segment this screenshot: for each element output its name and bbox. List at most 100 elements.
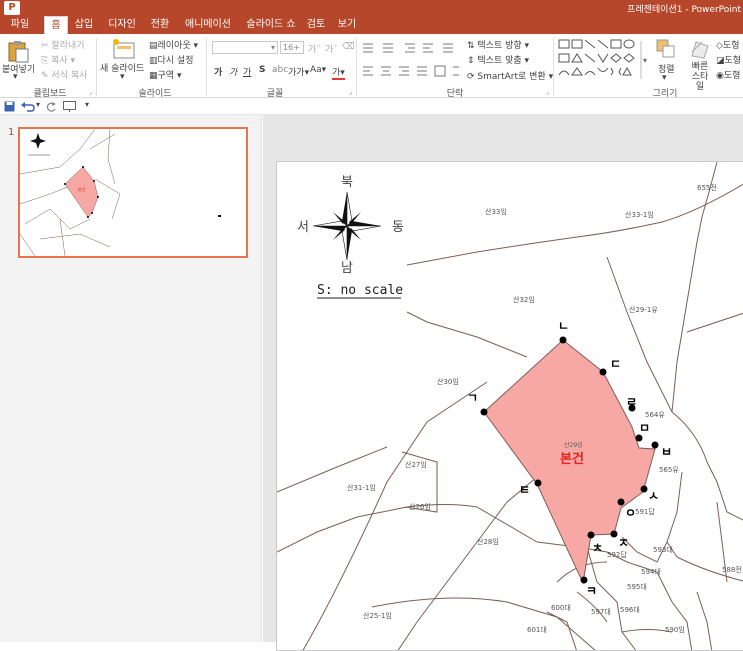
separator [356,38,357,96]
smartart-icon: ⟳ [467,72,475,82]
italic-button[interactable]: 가 [229,65,237,78]
parcel-label: 588전 [722,565,742,574]
align-text-button[interactable]: ⇕ 텍스트 맞춤 ▾ [467,53,529,66]
parcel-label: 590임 [665,626,685,634]
redo-icon[interactable] [46,101,57,112]
tab-transitions[interactable]: 전환 [144,16,176,34]
list-indent-icons[interactable] [361,42,461,54]
tab-review[interactable]: 검토 [302,16,330,34]
paste-dropdown-icon[interactable]: ▾ [13,72,18,82]
undo-icon[interactable] [21,101,35,112]
tab-file[interactable]: 파일 [0,16,40,34]
parcel-label: 산29-1유 [629,305,658,314]
undo-dropdown-icon[interactable]: ▾ [36,100,40,109]
point-label: ㅂ [661,445,672,459]
slide-number: 1 [8,127,15,138]
quick-access-toolbar: ▾ ▾ [0,98,743,115]
point-digeut [599,368,607,376]
save-icon[interactable] [4,101,15,112]
parcel-label: 591답 [635,507,655,516]
underline-button[interactable]: 가 [243,65,251,78]
text-direction-button[interactable]: ⇅ 텍스트 방향 ▾ [467,38,529,51]
format-painter-button[interactable]: ✎ 서식 복사 [41,68,87,81]
shape-fill-button[interactable]: ◇도형 [716,38,739,51]
slide-canvas[interactable]: 산33임 산33-1임 산32임 산29-1유 산30임 564유 565유 산… [276,161,743,651]
bold-button[interactable]: 가 [214,65,222,78]
point-label: ㅈ [618,536,629,550]
paste-button[interactable]: 붙여넣기 [2,62,35,75]
change-case-button[interactable]: Aa▾ [310,65,326,75]
font-size-combo[interactable]: 16+ [280,41,304,54]
ribbon-tabs: 파일 홈 삽입 디자인 전환 애니메이션 슬라이드 쇼 검토 보기 [0,16,743,34]
tab-view[interactable]: 보기 [333,16,361,34]
font-color-button[interactable]: 가▾ [332,65,345,80]
customize-qat-icon[interactable]: ▾ [85,100,89,109]
point-nieun [559,336,567,344]
section-button[interactable]: ▦구역 ▾ [149,68,181,81]
clear-format-icon[interactable]: ⌫ [342,42,355,52]
point-mieum [635,434,643,442]
paragraph-launcher-icon[interactable]: ⌟ [546,88,549,96]
reset-icon: ▥ [149,56,158,66]
char-spacing-button[interactable]: 가가▾ [288,65,309,78]
layout-button[interactable]: ▤레이아웃 ▾ [149,38,198,51]
quick-styles-button[interactable]: 빠른 스타일 [689,62,711,92]
compass-east: 동 [392,220,404,235]
parcel-label: 594대 [641,568,661,576]
arrange-icon[interactable] [655,38,677,60]
new-slide-dropdown-icon[interactable]: ▾ [120,72,125,82]
parcel-label: 산33-1임 [625,210,654,219]
font-name-combo[interactable]: ▾ [212,41,278,54]
slide-thumbnail-pane: 1 본건 [0,115,262,642]
paste-icon[interactable] [6,39,30,63]
shrink-font-icon[interactable]: 가ˇ [325,42,338,55]
point-label: ㄹ [626,395,637,409]
reset-button[interactable]: ▥다시 설정 [149,53,194,66]
quick-styles-icon[interactable] [688,38,710,60]
cut-button[interactable]: ✂ 잘라내기 [41,38,85,51]
point-label: ㅁ [639,421,650,435]
parcel-label: 산28임 [477,537,499,546]
point-chieut [587,531,595,539]
point-jieut [610,530,618,538]
clipboard-launcher-icon[interactable]: ⌟ [89,88,92,96]
svg-text:본건: 본건 [78,186,86,192]
tab-home[interactable]: 홈 [44,16,68,34]
copy-button[interactable]: ⎘ 복사 ▾ [41,53,75,66]
separator [553,38,554,96]
tab-insert[interactable]: 삽입 [70,16,98,34]
separator [206,38,207,96]
tab-slideshow[interactable]: 슬라이드 쇼 [239,16,303,34]
shapes-gallery[interactable]: ▾ [557,37,649,83]
point-label: ㅊ [592,541,603,555]
shape-outline-button[interactable]: ◪도형 [716,53,741,66]
slide-thumbnail-1[interactable]: 본건 [18,127,248,258]
section-icon: ▦ [149,71,158,81]
powerpoint-app-icon[interactable]: P [4,1,20,15]
pen-outline-icon: ◪ [716,56,725,66]
grow-font-icon[interactable]: 가ˆ [308,42,321,55]
parcel-label: 600대 [551,604,571,612]
compass-west: 서 [297,220,309,235]
align-text-icon: ⇕ [467,56,475,66]
tab-design[interactable]: 디자인 [102,16,142,34]
strikethrough-icon[interactable]: abc [272,65,288,75]
smartart-button[interactable]: ⟳ SmartArt로 변환 ▾ [467,69,553,82]
font-launcher-icon[interactable]: ⌟ [349,88,352,96]
parcel-label: 564유 [645,411,665,419]
parcel-label: 601대 [527,626,547,634]
shadow-button[interactable]: S [259,65,265,75]
subject-label: 본건 [560,451,584,467]
shape-effects-button[interactable]: ◉도형 [716,68,740,81]
start-slideshow-icon[interactable] [63,101,76,112]
separator [96,38,97,96]
arrange-dropdown-icon[interactable]: ▾ [662,73,667,83]
tab-animations[interactable]: 애니메이션 [180,16,236,34]
window-title: 프레젠테이션1 - PowerPoint [627,5,741,15]
point-label: ㅇ [625,506,636,520]
subject-parcel-number: 산29임 [564,441,583,449]
alignment-icons[interactable] [361,65,461,77]
parcel-label: 596대 [620,606,640,614]
parcel-label: 산27임 [405,460,427,469]
new-slide-icon[interactable] [112,38,136,60]
